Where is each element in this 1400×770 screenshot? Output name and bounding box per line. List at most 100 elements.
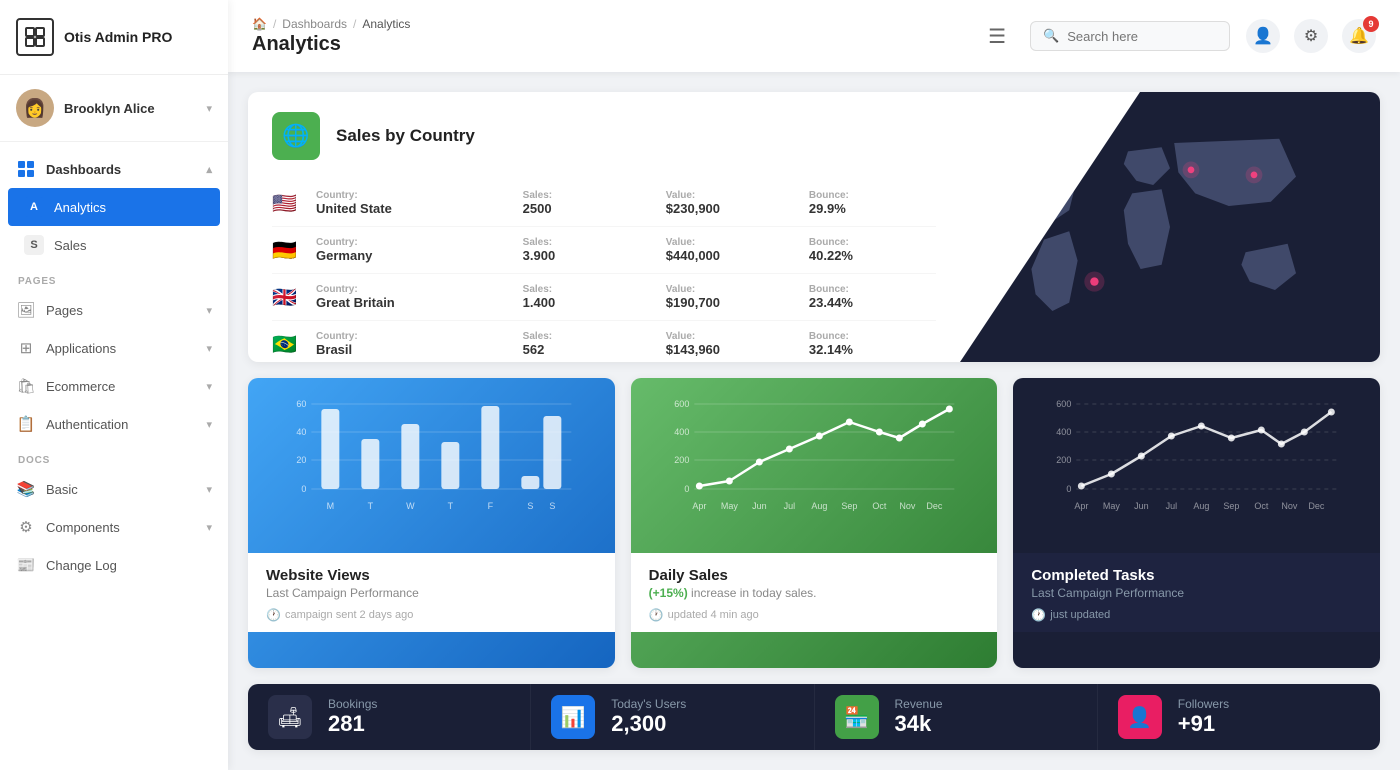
sidebar-item-analytics[interactable]: A Analytics	[8, 188, 220, 226]
clock-icon: 🕐	[1031, 608, 1046, 622]
charts-row: 60 40 20 0 M T	[248, 378, 1380, 668]
sidebar-item-authentication[interactable]: 📋 Authentication ▾	[0, 405, 228, 443]
app-name: Otis Admin PRO	[64, 29, 172, 46]
chart-subtitle: Last Campaign Performance	[1031, 586, 1362, 600]
line-chart-area-dark: 600 400 200 0	[1013, 378, 1380, 553]
svg-text:T: T	[448, 501, 454, 511]
sidebar-label-applications: Applications	[46, 341, 196, 356]
bar-chart-area: 60 40 20 0 M T	[248, 378, 615, 553]
chevron-down-icon: ▾	[206, 304, 212, 317]
sidebar-item-components[interactable]: ⚙ Components ▾	[0, 508, 228, 546]
chevron-up-icon: ▴	[206, 163, 212, 176]
settings-button[interactable]: ⚙	[1294, 19, 1328, 53]
chart-subtitle: (+15%) increase in today sales.	[649, 586, 980, 600]
chart-title: Website Views	[266, 567, 597, 584]
svg-text:S: S	[527, 501, 533, 511]
country-name-col: Country: Brasil	[316, 331, 507, 357]
sidebar-label-analytics: Analytics	[54, 200, 204, 215]
user-profile[interactable]: 👩 Brooklyn Alice ▾	[0, 75, 228, 142]
svg-text:W: W	[406, 501, 415, 511]
svg-text:Jun: Jun	[752, 501, 767, 511]
sidebar-label-authentication: Authentication	[46, 417, 196, 432]
highlight-text: (+15%)	[649, 586, 688, 600]
clock-icon: 🕐	[649, 608, 664, 622]
value-col: Value: $230,900	[666, 190, 793, 216]
flag-br: 🇧🇷	[272, 332, 300, 357]
table-row: 🇺🇸 Country: United State Sales: 2500 Val…	[272, 180, 936, 227]
sidebar-item-pages[interactable]: 🖼 Pages ▾	[0, 291, 228, 329]
svg-text:Aug: Aug	[1194, 501, 1210, 511]
sidebar-item-sales[interactable]: S Sales	[0, 226, 228, 264]
svg-text:M: M	[327, 501, 335, 511]
stat-label: Bookings	[328, 697, 377, 711]
sidebar-item-basic[interactable]: 📚 Basic ▾	[0, 470, 228, 508]
stat-value: +91	[1178, 711, 1229, 737]
svg-text:May: May	[721, 501, 739, 511]
sidebar-item-dashboards[interactable]: Dashboards ▴	[0, 150, 228, 188]
svg-text:Dec: Dec	[1309, 501, 1326, 511]
breadcrumb-dashboards[interactable]: Dashboards	[282, 17, 347, 31]
header-actions: 👤 ⚙ 🔔 9	[1246, 19, 1376, 53]
followers-icon: 👤	[1118, 695, 1162, 739]
analytics-badge: A	[24, 197, 44, 217]
svg-text:20: 20	[296, 455, 306, 465]
chart-subtitle: Last Campaign Performance	[266, 586, 597, 600]
bookings-icon: 🛋	[268, 695, 312, 739]
auth-icon: 📋	[16, 414, 36, 434]
page-title: Analytics	[252, 33, 972, 56]
stat-users: 📊 Today's Users 2,300	[531, 684, 814, 750]
footer-text: just updated	[1050, 609, 1110, 621]
user-profile-button[interactable]: 👤	[1246, 19, 1280, 53]
svg-text:60: 60	[296, 399, 306, 409]
map-section	[960, 92, 1380, 362]
svg-text:Jul: Jul	[783, 501, 795, 511]
flag-us: 🇺🇸	[272, 191, 300, 216]
flag-de: 🇩🇪	[272, 238, 300, 263]
sales-badge: S	[24, 235, 44, 255]
changelog-icon: 📰	[16, 555, 36, 575]
notifications-button[interactable]: 🔔 9	[1342, 19, 1376, 53]
search-box[interactable]: 🔍	[1030, 21, 1230, 51]
sidebar: Otis Admin PRO 👩 Brooklyn Alice ▾ Dashbo…	[0, 0, 228, 770]
section-docs: DOCS	[0, 443, 228, 470]
sidebar-item-applications[interactable]: ⊞ Applications ▾	[0, 329, 228, 367]
notification-badge: 9	[1363, 16, 1379, 32]
svg-text:Nov: Nov	[1282, 501, 1299, 511]
sidebar-item-ecommerce[interactable]: 🛍 Ecommerce ▾	[0, 367, 228, 405]
sidebar-label-changelog: Change Log	[46, 558, 212, 573]
main-content: 🏠 / Dashboards / Analytics Analytics ☰ 🔍…	[228, 0, 1400, 770]
chevron-down-icon: ▾	[206, 418, 212, 431]
bounce-col: Bounce: 29.9%	[809, 190, 936, 216]
country-name-col: Country: Great Britain	[316, 284, 507, 310]
completed-tasks-info: Completed Tasks Last Campaign Performanc…	[1013, 553, 1380, 632]
avatar: 👩	[16, 89, 54, 127]
components-icon: ⚙	[16, 517, 36, 537]
chevron-down-icon: ▾	[206, 342, 212, 355]
hamburger-icon[interactable]: ☰	[988, 24, 1006, 49]
svg-text:400: 400	[1057, 427, 1072, 437]
logo-icon	[16, 18, 54, 56]
svg-text:0: 0	[301, 484, 306, 494]
basic-icon: 📚	[16, 479, 36, 499]
stat-value: 281	[328, 711, 377, 737]
breadcrumb: 🏠 / Dashboards / Analytics	[252, 17, 972, 31]
card-header: 🌐 Sales by Country	[272, 112, 936, 160]
header-left: 🏠 / Dashboards / Analytics Analytics	[252, 17, 972, 56]
revenue-icon: 🏪	[835, 695, 879, 739]
country-name-col: Country: United State	[316, 190, 507, 216]
svg-text:600: 600	[1057, 399, 1072, 409]
chevron-down-icon: ▾	[206, 483, 212, 496]
globe-icon: 🌐	[272, 112, 320, 160]
sales-table-section: 🌐 Sales by Country 🇺🇸 Country: United St…	[248, 92, 960, 362]
ecommerce-icon: 🛍	[16, 376, 36, 396]
daily-sales-info: Daily Sales (+15%) increase in today sal…	[631, 553, 998, 632]
sidebar-label-basic: Basic	[46, 482, 196, 497]
svg-text:40: 40	[296, 427, 306, 437]
search-input[interactable]	[1067, 29, 1217, 44]
users-icon: 📊	[551, 695, 595, 739]
section-pages: PAGES	[0, 264, 228, 291]
sidebar-item-changelog[interactable]: 📰 Change Log	[0, 546, 228, 584]
applications-icon: ⊞	[16, 338, 36, 358]
stat-value: 34k	[895, 711, 943, 737]
svg-text:Oct: Oct	[1255, 501, 1270, 511]
